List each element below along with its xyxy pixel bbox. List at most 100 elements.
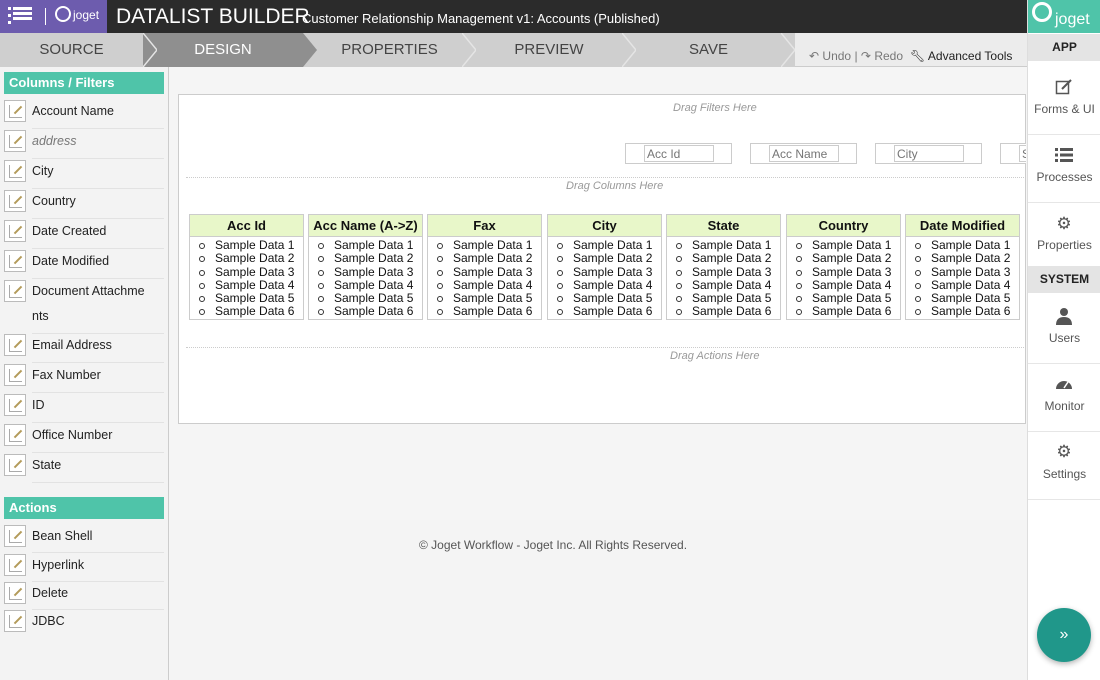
palette-item-label: Email Address: [32, 338, 112, 352]
palette-action-jdbc[interactable]: JDBC: [4, 610, 164, 638]
edit-icon: [4, 454, 26, 476]
tab-properties[interactable]: PROPERTIES: [317, 33, 462, 67]
tab-save[interactable]: SAVE: [636, 33, 781, 67]
list-item: Sample Data 6: [787, 305, 900, 318]
app-subtitle: Customer Relationship Management v1: Acc…: [302, 11, 660, 26]
datalist-column-state[interactable]: State Sample Data 1 Sample Data 2 Sample…: [666, 214, 781, 320]
nav-label: Settings: [1042, 467, 1087, 481]
palette-column-date-modified[interactable]: Date Modified: [4, 250, 164, 280]
palette-item-label: Hyperlink: [32, 558, 85, 572]
user-icon: [1056, 308, 1072, 325]
tab-separator-icon: [781, 33, 795, 67]
edit-icon: [4, 610, 26, 632]
filter-state-input[interactable]: [1019, 145, 1026, 162]
nav-forms-ui[interactable]: Forms & UI: [1028, 67, 1100, 135]
filter-state[interactable]: [1000, 143, 1026, 164]
redo-icon: ↷: [860, 49, 871, 63]
datalist-column-acc-id[interactable]: Acc Id Sample Data 1 Sample Data 2 Sampl…: [189, 214, 304, 320]
tab-source[interactable]: SOURCE: [0, 33, 143, 67]
system-section-heading: SYSTEM: [1028, 266, 1100, 293]
palette-column-date-created[interactable]: Date Created: [4, 220, 164, 250]
palette-item-label: Date Modified: [32, 254, 110, 268]
edit-icon: [4, 364, 26, 386]
palette-item-label: Account Name: [32, 104, 114, 118]
dotted-divider: [186, 347, 1026, 348]
nav-users[interactable]: Users: [1028, 296, 1100, 364]
tab-active-arrow: [303, 33, 317, 67]
joget-logo[interactable]: joget: [1028, 0, 1100, 33]
palette-item-label: Document Attachme: [32, 284, 145, 298]
undo-button[interactable]: Undo: [822, 49, 851, 63]
edit-icon: [4, 582, 26, 604]
column-header: City: [548, 215, 661, 237]
sample-data-list: Sample Data 1 Sample Data 2 Sample Data …: [548, 237, 661, 319]
palette-column-email-address[interactable]: Email Address: [4, 334, 164, 364]
palette-column-id[interactable]: ID: [4, 394, 164, 424]
list-item: Sample Data 3: [667, 265, 780, 279]
advanced-tools-button[interactable]: 🔧︎ Advanced Tools: [910, 49, 1012, 63]
palette-column-country[interactable]: Country: [4, 190, 164, 220]
palette-column-office-number[interactable]: Office Number: [4, 424, 164, 454]
tab-design[interactable]: DESIGN: [143, 33, 303, 67]
divider: [32, 482, 164, 483]
sample-data-list: Sample Data 1 Sample Data 2 Sample Data …: [309, 237, 422, 319]
palette-action-delete[interactable]: Delete: [4, 582, 164, 610]
app-menu-button[interactable]: joget: [0, 0, 107, 33]
palette-item-label: Country: [32, 194, 76, 208]
palette-action-bean-shell[interactable]: Bean Shell: [4, 525, 164, 553]
tab-separator-icon: [622, 33, 636, 67]
filter-city[interactable]: [875, 143, 982, 164]
list-item: Sample Data 6: [906, 305, 1019, 318]
filter-acc-id[interactable]: [625, 143, 732, 164]
palette-column-city[interactable]: City: [4, 160, 164, 190]
tab-preview[interactable]: PREVIEW: [476, 33, 622, 67]
expand-panel-button[interactable]: »: [1037, 608, 1091, 662]
nav-settings[interactable]: ⚙ Settings: [1028, 432, 1100, 500]
palette-column-fax-number[interactable]: Fax Number: [4, 364, 164, 394]
filter-acc-name-input[interactable]: [769, 145, 839, 162]
palette-item-label-wrap: nts: [32, 309, 49, 323]
nav-label: Forms & UI: [1034, 102, 1095, 116]
datalist-column-country[interactable]: Country Sample Data 1 Sample Data 2 Samp…: [786, 214, 901, 320]
palette-column-address[interactable]: address: [4, 130, 164, 160]
columns-drop-zone[interactable]: Drag Columns Here: [566, 180, 663, 192]
datalist-column-acc-name[interactable]: Acc Name (A->Z) Sample Data 1 Sample Dat…: [308, 214, 423, 320]
divider: [32, 218, 164, 219]
palette-action-hyperlink[interactable]: Hyperlink: [4, 554, 164, 582]
joget-logo: joget: [55, 6, 99, 22]
nav-monitor[interactable]: Monitor: [1028, 364, 1100, 432]
filter-acc-name[interactable]: [750, 143, 857, 164]
divider: [32, 452, 164, 453]
list-item: Sample Data 5: [548, 291, 661, 305]
divider: [32, 188, 164, 189]
datalist-column-fax[interactable]: Fax Sample Data 1 Sample Data 2 Sample D…: [427, 214, 542, 320]
header-divider: [45, 8, 46, 25]
nav-properties[interactable]: ⚙ Properties: [1028, 204, 1100, 266]
edit-icon: [4, 160, 26, 182]
gear-icon: ⚙: [1056, 214, 1072, 233]
redo-button[interactable]: Redo: [874, 49, 903, 63]
element-palette: Columns / Filters Account Name address C…: [0, 67, 169, 680]
palette-item-label: Date Created: [32, 224, 107, 238]
filter-acc-id-input[interactable]: [644, 145, 714, 162]
list-item: Sample Data 4: [548, 278, 661, 292]
datalist-column-date-modified[interactable]: Date Modified Sample Data 1 Sample Data …: [905, 214, 1020, 320]
list-item: Sample Data 6: [548, 305, 661, 318]
palette-column-account-name[interactable]: Account Name: [4, 100, 164, 130]
actions-drop-zone[interactable]: Drag Actions Here: [670, 350, 759, 362]
filter-city-input[interactable]: [894, 145, 964, 162]
datalist-column-city[interactable]: City Sample Data 1 Sample Data 2 Sample …: [547, 214, 662, 320]
builder-title: DATALIST BUILDER: [116, 5, 310, 28]
divider: [32, 278, 164, 279]
filters-drop-zone[interactable]: Drag Filters Here: [673, 102, 757, 114]
palette-column-document-attachments[interactable]: Document Attachme nts: [4, 280, 164, 334]
list-item: Sample Data 2: [190, 251, 303, 265]
list-item: Sample Data 2: [906, 251, 1019, 265]
nav-processes[interactable]: Processes: [1028, 135, 1100, 203]
joget-logo-text: joget: [73, 8, 100, 22]
edit-icon: [4, 554, 26, 576]
columns-filters-heading: Columns / Filters: [4, 72, 164, 94]
list-item: Sample Data 5: [428, 291, 541, 305]
palette-column-state[interactable]: State: [4, 454, 164, 484]
list-item: Sample Data 5: [309, 291, 422, 305]
